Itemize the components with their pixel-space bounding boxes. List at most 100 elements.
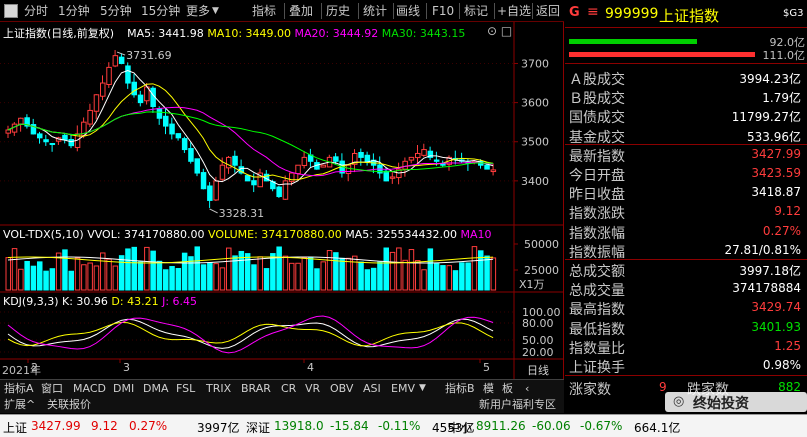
chart-panel[interactable]: 3700 3600 3500 3400 3731.69 3328.31 50000 25000…	[0, 22, 564, 383]
add-watchlist-button[interactable]: +自选	[497, 3, 531, 19]
vol-ma5-label: MA5: 325534432.00	[345, 228, 457, 241]
indicator-button[interactable]: 指标	[252, 3, 276, 19]
draw-line-button[interactable]: 画线	[396, 3, 420, 19]
quote-row-label: 指数涨跌	[569, 206, 625, 223]
tab-vr[interactable]: VR	[302, 381, 323, 396]
candle-body	[200, 172, 207, 190]
low-price-label: 3328.31	[219, 207, 265, 220]
volume-bar	[5, 257, 11, 291]
tab-asi[interactable]: ASI	[360, 381, 384, 396]
tab-indicator-b[interactable]: 指标B	[442, 381, 478, 396]
quote-row-value: 0.98%	[762, 358, 801, 372]
menu-icon[interactable]: ≡	[587, 4, 599, 20]
quote-row-label: 最低指数	[569, 321, 625, 338]
chart-toolbar: 分时 1分钟 5分钟 15分钟 更多 ▼ 指标 叠加 历史 统计 画线 F10 …	[0, 0, 564, 22]
toolbar-divider	[459, 3, 460, 19]
volume-bar	[207, 262, 213, 291]
tab-1min[interactable]: 1分钟	[58, 3, 90, 19]
quote-row-value: 533.96亿	[747, 129, 801, 144]
mark-button[interactable]: 标记	[464, 3, 488, 19]
candle-body	[125, 65, 131, 84]
candle-body	[87, 109, 93, 125]
volume-tick-label: 25000	[524, 264, 559, 277]
tab-dmi[interactable]: DMI	[110, 381, 137, 396]
volume-bar	[314, 268, 320, 291]
tab-cr[interactable]: CR	[278, 381, 299, 396]
tab-15min[interactable]: 15分钟	[141, 3, 180, 19]
tab-intraday[interactable]: 分时	[24, 3, 48, 19]
volume-bar	[43, 270, 49, 291]
ticker-amount: 664.1亿	[634, 421, 681, 435]
kline-chart[interactable]: 3700 3600 3500 3400 3731.69 3328.31 50000 25000…	[0, 22, 564, 379]
kdj-line	[7, 321, 494, 347]
volume-bar	[433, 262, 440, 291]
ticker-pct: 0.27%	[129, 419, 168, 433]
up-count-label: 涨家数	[569, 382, 611, 398]
tab-extend[interactable]: 扩展^	[1, 397, 38, 412]
candle-body	[163, 115, 169, 127]
quote-row-value: 1.79亿	[762, 91, 801, 106]
quote-row-value: 3429.74	[751, 300, 801, 315]
quote-row-label: 指数量比	[569, 340, 625, 357]
tab-board[interactable]: 板	[499, 381, 516, 396]
volume-bar	[289, 262, 295, 291]
quote-row-label: 国债成交	[569, 110, 625, 127]
f10-button[interactable]: F10	[432, 3, 454, 19]
volume-bar	[226, 247, 232, 291]
y-tick-label: 3500	[521, 136, 549, 149]
kdj-tick-label: 80.00	[522, 317, 554, 330]
ma-line	[7, 83, 494, 181]
tab-macd[interactable]: MACD	[70, 381, 109, 396]
ticker-change: 9.12	[91, 419, 118, 433]
ticker-name[interactable]: 中小	[448, 419, 472, 436]
history-button[interactable]: 历史	[326, 3, 350, 19]
market-icon[interactable]: G	[569, 5, 580, 20]
new-user-promo-link[interactable]: 新用户福利专区	[476, 397, 559, 412]
window-icon[interactable]	[4, 4, 18, 18]
statistics-button[interactable]: 统计	[363, 3, 387, 19]
back-button[interactable]: 返回	[536, 3, 560, 19]
volume-bar	[49, 268, 56, 291]
tabs-more-icon[interactable]: ‹	[522, 381, 532, 396]
wechat-icon: ◎	[673, 394, 685, 409]
watermark: ◎ 终始投资	[665, 392, 807, 412]
volume-bar	[377, 261, 383, 291]
tab-window[interactable]: 窗口	[38, 381, 66, 396]
tab-trix[interactable]: TRIX	[203, 381, 234, 396]
quote-info-panel: G ≡ 999999 上证指数 $G3 92.0亿 111.0亿 Ａ股成交 399…	[565, 0, 807, 412]
ticker-price: 3427.99	[31, 419, 81, 433]
tab-obv[interactable]: OBV	[327, 381, 356, 396]
volume-bar	[62, 249, 68, 291]
more-dropdown-icon[interactable]: ▼	[212, 3, 219, 19]
candle-body	[408, 156, 415, 161]
divider	[565, 63, 807, 64]
tab-5min[interactable]: 5分钟	[100, 3, 132, 19]
tab-template[interactable]: 模	[480, 381, 497, 396]
volume-legend: VOL-TDX(5,10) VVOL: 374170880.00 VOLUME:…	[3, 228, 491, 241]
overlay-button[interactable]: 叠加	[289, 3, 313, 19]
candle-body	[383, 170, 389, 182]
candle-body	[156, 108, 163, 119]
tabs-dropdown-icon[interactable]: ▼	[416, 381, 429, 396]
tab-emv[interactable]: EMV	[388, 381, 418, 396]
sell-bar-value: 111.0亿	[762, 49, 806, 62]
tab-related-quotes[interactable]: 关联报价	[44, 397, 94, 412]
quote-row-label: 指数涨幅	[569, 225, 625, 242]
tab-more[interactable]: 更多	[186, 3, 210, 19]
candle-body	[333, 156, 339, 162]
volume-bar	[163, 269, 169, 291]
quote-row: 总成交额 3997.18亿	[569, 260, 803, 280]
ticker-name[interactable]: 上证	[3, 419, 27, 436]
quote-row-label: 总成交量	[569, 283, 625, 300]
ticker-price: 13918.0	[274, 419, 324, 433]
tab-fsl[interactable]: FSL	[173, 381, 198, 396]
tab-indicator-a[interactable]: 指标A	[1, 381, 37, 396]
volume-bar	[276, 246, 282, 291]
chart-settings-icon[interactable]: ⊙ □	[487, 24, 512, 38]
volume-bar	[150, 250, 156, 291]
volume-bar	[213, 263, 219, 291]
toolbar-divider	[284, 3, 285, 19]
tab-dma[interactable]: DMA	[140, 381, 172, 396]
ticker-name[interactable]: 深证	[246, 419, 270, 436]
tab-brar[interactable]: BRAR	[238, 381, 274, 396]
